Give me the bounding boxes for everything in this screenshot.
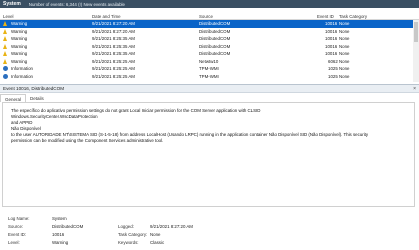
event-list-scrollbar[interactable] <box>413 20 419 82</box>
message-line: The específico do aplicativo permission … <box>11 108 261 113</box>
row-source: DistributedCOM <box>199 43 231 49</box>
row-date: 9/21/2021 8:25:35 AM <box>92 43 135 49</box>
row-source: TPM-WMI <box>199 73 219 79</box>
column-header-task-category[interactable]: Task Category <box>339 14 367 19</box>
event-detail-title: Event 10016, DistributedCOM <box>3 86 65 91</box>
column-header-level[interactable]: Level <box>3 14 14 19</box>
row-source: DistributedCOM <box>199 21 231 27</box>
row-category: None <box>339 51 350 57</box>
tab-details[interactable]: Details <box>26 94 48 102</box>
log-name-value: System <box>52 216 67 221</box>
row-source: DistributedCOM <box>199 51 231 57</box>
row-date: 9/21/2021 8:25:25 AM <box>92 73 135 79</box>
row-source: DistributedCOM <box>199 36 231 42</box>
event-count-text: Number of events: 6,344 (!) New events a… <box>28 1 125 7</box>
row-level: Warning <box>11 51 28 57</box>
column-header-date[interactable]: Date and Time <box>92 14 121 19</box>
warning-icon <box>3 36 7 41</box>
logged-value: 9/21/2021 8:27:20 AM <box>150 224 193 229</box>
table-row[interactable]: Information 9/21/2021 8:25:25 AM TPM-WMI… <box>0 65 419 73</box>
event-properties: Log Name: System Source: DistributedCOM … <box>0 212 419 250</box>
tab-general[interactable]: General <box>0 94 27 102</box>
row-event-id: 1025 <box>328 73 338 79</box>
row-level: Information <box>11 66 33 72</box>
table-row[interactable]: Warning 9/21/2021 8:25:35 AM Distributed… <box>0 43 419 51</box>
warning-icon <box>3 51 7 56</box>
source-value: DistributedCOM <box>52 224 84 229</box>
row-source: DistributedCOM <box>199 28 231 34</box>
event-grid-header: Level Date and Time Source Event ID Task… <box>0 13 419 20</box>
row-level: Warning <box>11 43 28 49</box>
message-line: Windows.SecurityCenter.WscDataProtection <box>11 114 98 119</box>
table-row[interactable]: Warning 9/21/2021 8:27:20 AM Distributed… <box>0 20 419 28</box>
row-date: 9/21/2021 8:25:25 AM <box>92 58 135 64</box>
event-id-value: 10016 <box>52 232 65 237</box>
event-list: Warning 9/21/2021 8:27:20 AM Distributed… <box>0 20 419 82</box>
message-line: permission can be modified using the Com… <box>11 138 164 143</box>
event-detail-title-bar: Event 10016, DistributedCOM × <box>0 84 419 93</box>
level-value: Warning <box>52 240 69 245</box>
warning-icon <box>3 58 7 64</box>
row-category: None <box>339 66 350 72</box>
table-row[interactable]: Warning 9/21/2021 8:25:25 AM Netwtw10 60… <box>0 58 419 66</box>
table-row[interactable]: Warning 9/21/2021 8:25:35 AM Distributed… <box>0 50 419 58</box>
warning-icon <box>3 43 7 49</box>
log-header-bar: System Number of events: 6,344 (!) New e… <box>0 0 419 8</box>
detail-tabs: General Details <box>0 94 48 102</box>
table-row[interactable]: Information 9/21/2021 8:25:25 AM TPM-WMI… <box>0 73 419 81</box>
info-icon <box>3 66 8 71</box>
row-category: None <box>339 36 350 42</box>
row-category: None <box>339 28 350 34</box>
row-level: Warning <box>11 36 28 42</box>
row-date: 9/21/2021 8:27:20 AM <box>92 28 135 34</box>
message-line: to the user AUTORIDADE NT\SISTEMA SID (S… <box>11 132 369 137</box>
log-name-label: Log Name: <box>8 216 30 221</box>
event-id-label: Event ID: <box>8 232 27 237</box>
column-header-source[interactable]: Source <box>199 14 213 19</box>
row-date: 9/21/2021 8:25:25 AM <box>92 66 135 72</box>
row-level: Warning <box>11 58 28 64</box>
message-line: Não Disponível <box>11 126 41 131</box>
row-date: 9/21/2021 8:27:20 AM <box>92 21 135 27</box>
column-header-event-id[interactable]: Event ID <box>317 14 334 19</box>
task-category-value: None <box>150 232 161 237</box>
warning-icon <box>3 28 7 34</box>
level-label: Level: <box>8 240 20 245</box>
scrollbar-thumb[interactable] <box>414 22 418 42</box>
source-label: Source: <box>8 224 24 229</box>
logged-label: Logged: <box>118 224 134 229</box>
row-event-id: 1025 <box>328 66 338 72</box>
row-event-id: 6062 <box>328 58 338 64</box>
table-row[interactable]: Warning 9/21/2021 8:27:20 AM Distributed… <box>0 28 419 36</box>
row-event-id: 10016 <box>325 28 338 34</box>
row-source: Netwtw10 <box>199 58 219 64</box>
row-level: Warning <box>11 28 28 34</box>
close-icon[interactable]: × <box>413 86 416 92</box>
row-level: Information <box>11 73 33 79</box>
row-category: None <box>339 43 350 49</box>
row-date: 9/21/2021 8:25:35 AM <box>92 36 135 42</box>
row-date: 9/21/2021 8:25:35 AM <box>92 51 135 57</box>
warning-icon <box>3 21 7 26</box>
event-message-box[interactable]: The específico do aplicativo permission … <box>2 102 415 207</box>
row-category: None <box>339 73 350 79</box>
row-category: None <box>339 58 350 64</box>
row-source: TPM-WMI <box>199 66 219 72</box>
keywords-value: Classic <box>150 240 165 245</box>
row-event-id: 10016 <box>325 36 338 42</box>
log-title: System <box>3 1 21 7</box>
keywords-label: Keywords: <box>118 240 139 245</box>
row-event-id: 10016 <box>325 21 338 27</box>
row-category: None <box>339 21 350 27</box>
task-category-label: Task Category: <box>118 232 148 237</box>
row-event-id: 10016 <box>325 51 338 57</box>
row-level: Warning <box>11 21 28 27</box>
message-line: and APPID <box>11 120 33 125</box>
row-event-id: 10016 <box>325 43 338 49</box>
table-row[interactable]: Warning 9/21/2021 8:25:35 AM Distributed… <box>0 35 419 43</box>
info-icon <box>3 73 8 79</box>
